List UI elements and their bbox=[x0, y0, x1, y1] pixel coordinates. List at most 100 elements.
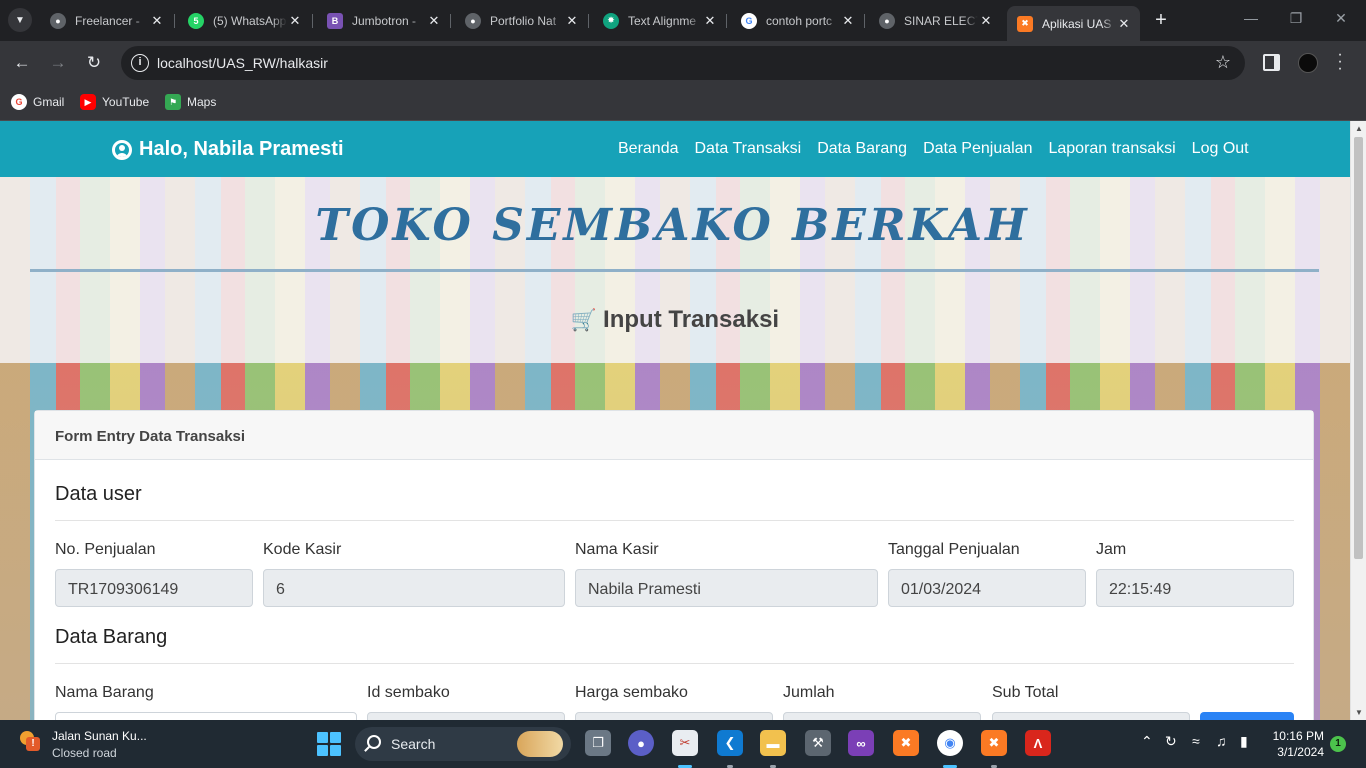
profile-avatar[interactable] bbox=[1298, 53, 1318, 73]
scroll-down-icon[interactable]: ▼ bbox=[1354, 708, 1364, 717]
google-icon: G bbox=[741, 12, 757, 29]
teams-chat-icon[interactable]: ● bbox=[628, 730, 654, 756]
harga-sembako-field[interactable] bbox=[575, 712, 773, 720]
battery-icon[interactable]: ▮ bbox=[1240, 733, 1248, 750]
tanggal-penjualan-field[interactable]: 01/03/2024 bbox=[888, 569, 1086, 607]
bookmark-maps[interactable]: ⚑ Maps bbox=[165, 92, 216, 112]
nama-kasir-field[interactable]: Nabila Pramesti bbox=[575, 569, 878, 607]
close-icon[interactable]: ✕ bbox=[149, 13, 165, 29]
reload-icon[interactable]: ↻ bbox=[82, 51, 106, 75]
vscode-icon[interactable]: ❮ bbox=[717, 730, 743, 756]
bookmark-star-icon[interactable]: ☆ bbox=[1215, 52, 1231, 73]
menu-kebab-icon[interactable]: · · · bbox=[1336, 47, 1344, 77]
site-info-icon[interactable]: i bbox=[131, 54, 149, 72]
taskbar-search[interactable]: Search bbox=[355, 727, 571, 761]
label-id-sembako: Id sembako bbox=[367, 684, 450, 701]
acrobat-icon[interactable]: Λ bbox=[1025, 730, 1051, 756]
label-nama-kasir: Nama Kasir bbox=[575, 541, 659, 558]
tab-search-chevron-icon[interactable]: ▼ bbox=[8, 8, 32, 32]
tab-jumbotron[interactable]: B Jumbotron - ✕ bbox=[317, 6, 450, 35]
sub-total-field[interactable] bbox=[992, 712, 1190, 720]
close-icon[interactable]: ✕ bbox=[426, 13, 442, 29]
close-window-icon[interactable]: ✕ bbox=[1331, 10, 1351, 27]
add-item-button[interactable] bbox=[1200, 712, 1294, 720]
xampp-control-icon[interactable]: ✖ bbox=[981, 730, 1007, 756]
kode-kasir-field[interactable]: 6 bbox=[263, 569, 565, 607]
no-penjualan-field[interactable]: TR1709306149 bbox=[55, 569, 253, 607]
tab-title: SINAR ELECT bbox=[904, 13, 978, 28]
close-icon[interactable]: ✕ bbox=[840, 13, 856, 29]
minimize-icon[interactable]: — bbox=[1241, 10, 1261, 26]
windows-taskbar: Jalan Sunan Ku... Closed road Search ❐ ●… bbox=[0, 720, 1366, 768]
weather-title: Jalan Sunan Ku... bbox=[52, 729, 147, 743]
notification-badge[interactable]: 1 bbox=[1330, 736, 1346, 752]
sync-icon[interactable]: ↻ bbox=[1165, 733, 1177, 750]
clock[interactable]: 10:16 PM 3/1/2024 bbox=[1266, 728, 1324, 760]
search-icon bbox=[367, 735, 381, 749]
weather-subtitle: Closed road bbox=[52, 746, 117, 760]
tray-chevron-icon[interactable]: ⌃ bbox=[1141, 733, 1153, 750]
nav-data-transaksi[interactable]: Data Transaksi bbox=[695, 140, 802, 158]
tools-icon[interactable]: ⚒ bbox=[805, 730, 831, 756]
address-bar[interactable]: i localhost/UAS_RW/halkasir ☆ bbox=[121, 46, 1245, 80]
weather-widget[interactable]: Jalan Sunan Ku... Closed road bbox=[18, 729, 147, 760]
search-highlight-image bbox=[517, 731, 563, 757]
url-text[interactable]: localhost/UAS_RW/halkasir bbox=[157, 55, 328, 71]
close-icon[interactable]: ✕ bbox=[978, 13, 994, 29]
nav-data-barang[interactable]: Data Barang bbox=[817, 140, 907, 158]
scroll-thumb[interactable] bbox=[1354, 137, 1363, 559]
scroll-up-icon[interactable]: ▲ bbox=[1354, 124, 1364, 133]
bookmark-gmail[interactable]: G Gmail bbox=[11, 92, 64, 112]
tab-whatsapp[interactable]: 5 (5) WhatsApp ✕ bbox=[178, 6, 311, 35]
close-icon[interactable]: ✕ bbox=[287, 13, 303, 29]
label-tanggal-penjualan: Tanggal Penjualan bbox=[888, 541, 1020, 558]
tab-freelancer[interactable]: ● Freelancer - ✕ bbox=[40, 6, 173, 35]
tab-title: Jumbotron - bbox=[352, 13, 417, 28]
side-panel-icon[interactable] bbox=[1263, 54, 1280, 71]
divider bbox=[55, 520, 1294, 521]
nav-beranda[interactable]: Beranda bbox=[618, 140, 679, 158]
visual-studio-icon[interactable]: ∞ bbox=[848, 730, 874, 756]
close-icon[interactable]: ✕ bbox=[564, 13, 580, 29]
task-view-icon[interactable]: ❐ bbox=[585, 730, 611, 756]
file-explorer-icon[interactable]: ▬ bbox=[760, 730, 786, 756]
windows-start-icon[interactable] bbox=[317, 732, 341, 756]
id-sembako-field[interactable] bbox=[367, 712, 565, 720]
tab-portfolio[interactable]: ● Portfolio Nat ✕ bbox=[455, 6, 588, 35]
chrome-icon[interactable]: ◉ bbox=[937, 730, 963, 756]
restore-icon[interactable]: ❐ bbox=[1286, 10, 1306, 27]
nav-log-out[interactable]: Log Out bbox=[1192, 140, 1249, 158]
tab-contoh-portofolio[interactable]: G contoh portc ✕ bbox=[731, 6, 864, 35]
tab-aplikasi-uas[interactable]: ✖ Aplikasi UAS ✕ bbox=[1007, 6, 1140, 41]
section-title: Input Transaksi bbox=[603, 306, 780, 333]
jam-field[interactable]: 22:15:49 bbox=[1096, 569, 1294, 607]
browser-toolbar: ← → ↻ i localhost/UAS_RW/halkasir ☆ · · · bbox=[0, 41, 1366, 85]
bookmark-youtube[interactable]: ▶ YouTube bbox=[80, 92, 149, 112]
xampp-icon[interactable]: ✖ bbox=[893, 730, 919, 756]
tab-title: (5) WhatsApp bbox=[213, 13, 287, 28]
close-icon[interactable]: ✕ bbox=[1116, 16, 1132, 32]
top-navbar: Halo, Nabila Pramesti Beranda Data Trans… bbox=[0, 121, 1350, 177]
nama-barang-field[interactable] bbox=[55, 712, 357, 720]
nav-data-penjualan[interactable]: Data Penjualan bbox=[923, 140, 1032, 158]
title-divider bbox=[30, 269, 1319, 272]
greeting-brand[interactable]: Halo, Nabila Pramesti bbox=[112, 138, 344, 161]
nav-laporan-transaksi[interactable]: Laporan transaksi bbox=[1048, 140, 1175, 158]
back-arrow-icon[interactable]: ← bbox=[10, 51, 34, 75]
snipping-tool-icon[interactable]: ✂ bbox=[672, 730, 698, 756]
bootstrap-icon: B bbox=[327, 12, 343, 29]
new-tab-button[interactable]: + bbox=[1151, 9, 1171, 31]
barang-section-title: Data Barang bbox=[55, 626, 168, 648]
label-harga-sembako: Harga sembako bbox=[575, 684, 688, 701]
page-scrollbar[interactable]: ▲ ▼ bbox=[1350, 121, 1366, 720]
tab-text-alignment[interactable]: ✸ Text Alignme ✕ bbox=[593, 6, 726, 35]
close-icon[interactable]: ✕ bbox=[702, 13, 718, 29]
bookmark-label: YouTube bbox=[102, 95, 150, 109]
tab-sinar-electric[interactable]: ● SINAR ELECT ✕ bbox=[869, 6, 1002, 35]
label-jumlah: Jumlah bbox=[783, 684, 835, 701]
wifi-icon[interactable]: ≈ bbox=[1192, 733, 1200, 749]
jumlah-field[interactable] bbox=[783, 712, 981, 720]
chatgpt-icon: ✸ bbox=[603, 12, 619, 29]
forward-arrow-icon[interactable]: → bbox=[46, 51, 70, 75]
volume-icon[interactable]: ♫ bbox=[1216, 733, 1227, 749]
